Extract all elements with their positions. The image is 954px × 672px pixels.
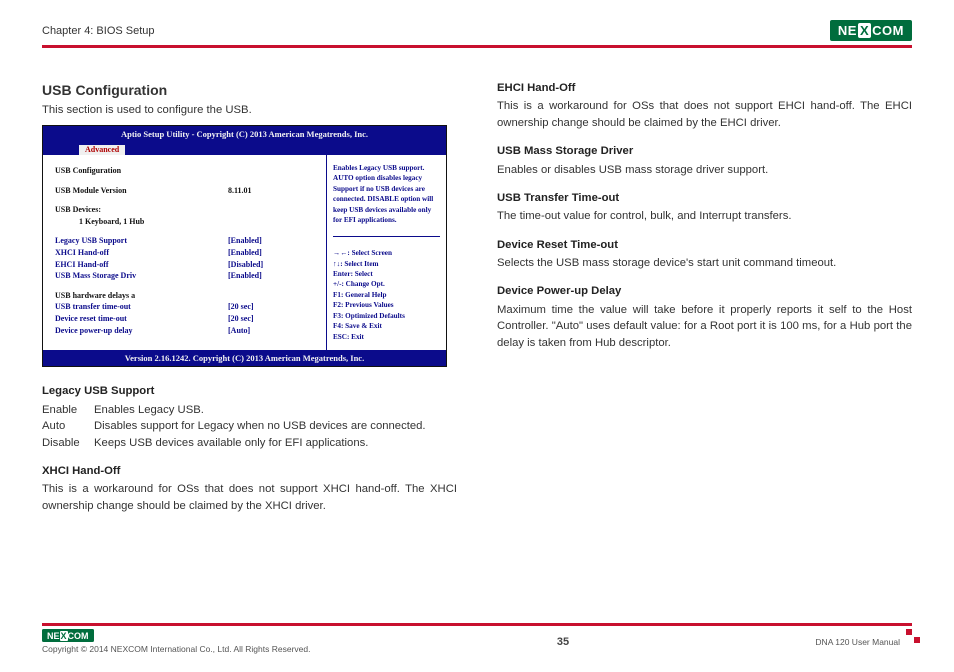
mass-storage-body: Enables or disables USB mass storage dri… [497, 162, 912, 178]
footer-copyright: Copyright © 2014 NEXCOM International Co… [42, 644, 310, 654]
page-number: 35 [557, 636, 569, 648]
legacy-usb-heading: Legacy USB Support [42, 383, 457, 399]
xhci-body: This is a workaround for OSs that does n… [42, 481, 457, 514]
transfer-timeout-body: The time-out value for control, bulk, an… [497, 208, 912, 224]
bios-tab-advanced: Advanced [79, 142, 125, 155]
power-delay-heading: Device Power-up Delay [497, 283, 912, 299]
bios-header: Aptio Setup Utility - Copyright (C) 2013… [43, 126, 446, 142]
brand-logo: NEXCOM [830, 20, 912, 41]
section-desc: This section is used to configure the US… [42, 102, 457, 118]
footer-doc: DNA 120 User Manual [815, 637, 900, 647]
xhci-heading: XHCI Hand-Off [42, 463, 457, 479]
bios-help-text: Enables Legacy USB support. AUTO option … [333, 163, 440, 237]
ehci-body: This is a workaround for OSs that does n… [497, 98, 912, 131]
reset-timeout-heading: Device Reset Time-out [497, 237, 912, 253]
page-footer: NEXCOM Copyright © 2014 NEXCOM Internati… [42, 623, 912, 654]
mass-storage-heading: USB Mass Storage Driver [497, 143, 912, 159]
footer-ornament-icon [906, 629, 920, 643]
ehci-heading: EHCI Hand-Off [497, 80, 912, 96]
bios-side-panel: Enables Legacy USB support. AUTO option … [326, 155, 446, 350]
bios-key-hints: →←: Select Screen ↑↓: Select Item Enter:… [333, 248, 440, 342]
bios-main-panel: USB Configuration USB Module Version 8.1… [43, 155, 326, 350]
reset-timeout-body: Selects the USB mass storage device's st… [497, 255, 912, 271]
chapter-title: Chapter 4: BIOS Setup [42, 25, 155, 37]
page-header: Chapter 4: BIOS Setup NEXCOM [42, 20, 912, 48]
power-delay-body: Maximum time the value will take before … [497, 302, 912, 351]
section-title: USB Configuration [42, 80, 457, 100]
transfer-timeout-heading: USB Transfer Time-out [497, 190, 912, 206]
bios-footer: Version 2.16.1242. Copyright (C) 2013 Am… [43, 350, 446, 366]
bios-screenshot: Aptio Setup Utility - Copyright (C) 2013… [42, 125, 447, 368]
footer-logo: NEXCOM [42, 629, 94, 642]
